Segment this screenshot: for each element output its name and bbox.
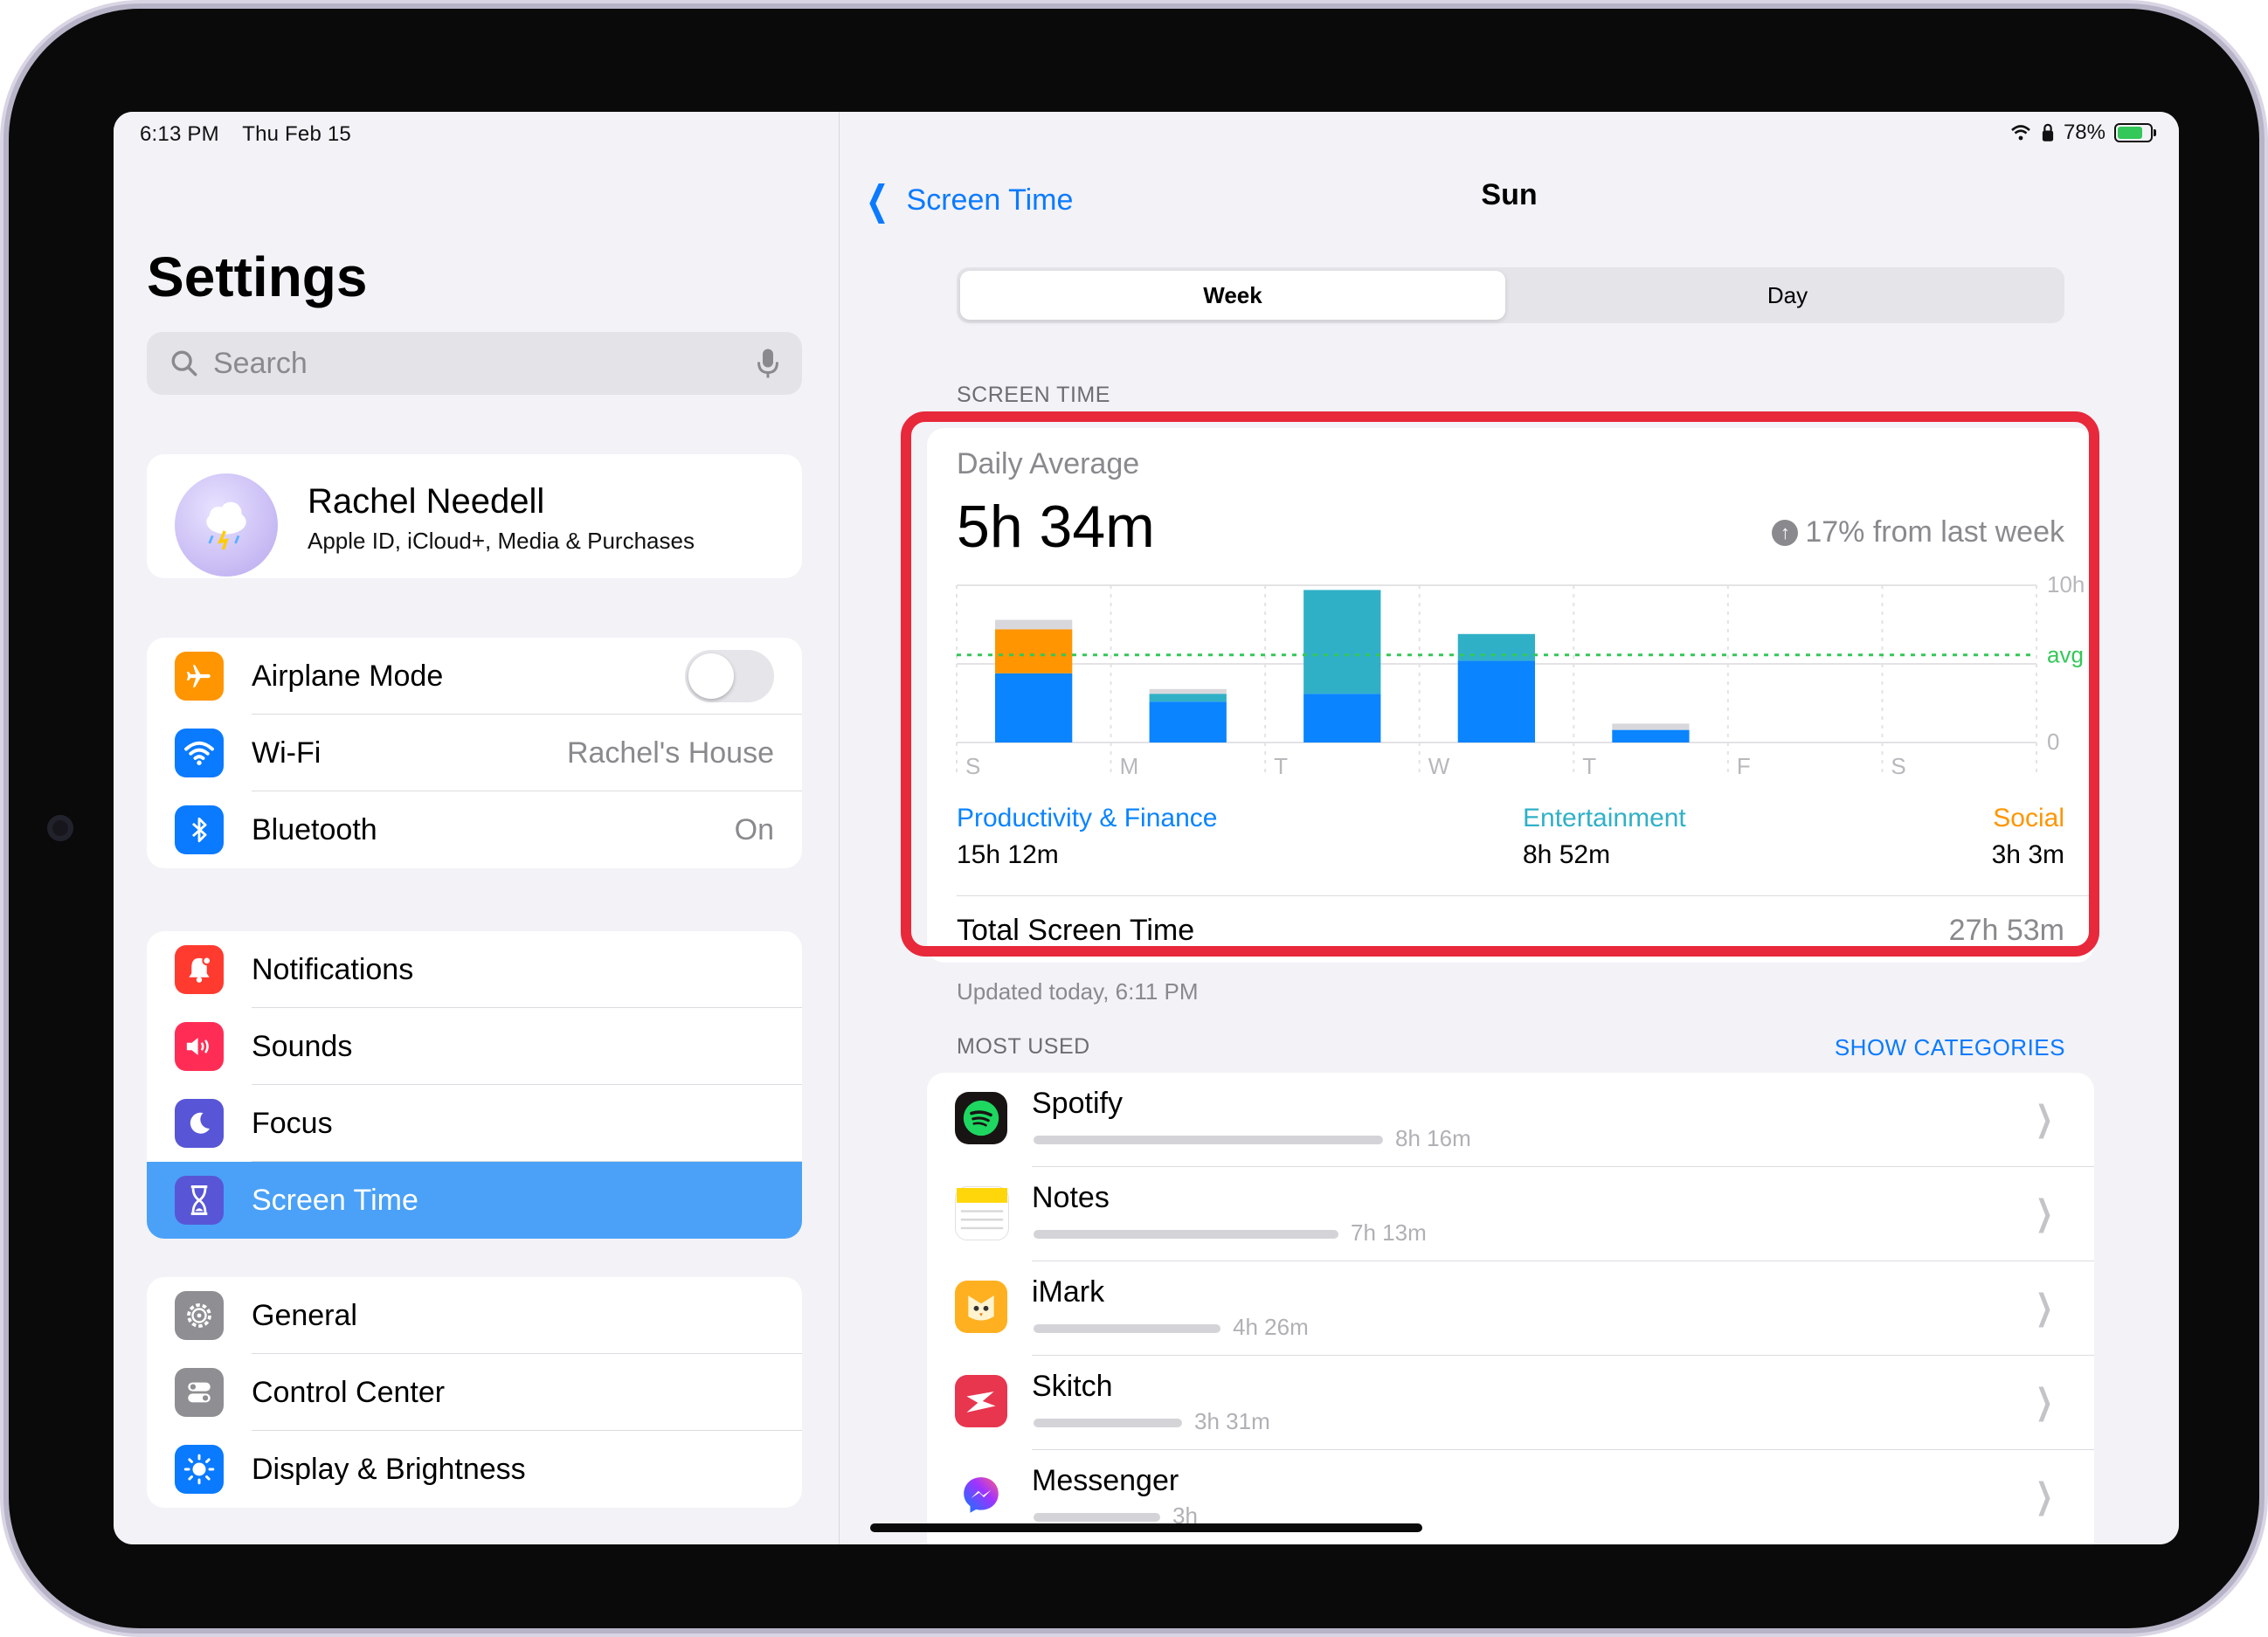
sidebar-item-display-brightness[interactable]: Display & Brightness: [147, 1431, 802, 1508]
airplane-mode-label: Airplane Mode: [252, 659, 444, 693]
app-name: Spotify: [1032, 1087, 1123, 1120]
usage-bar: [1034, 1419, 1182, 1427]
usage-bar: [1034, 1230, 1338, 1239]
chevron-right-icon: ❯: [2036, 1383, 2054, 1421]
screen-time-label: Screen Time: [252, 1183, 418, 1217]
battery-icon: [2114, 123, 2156, 142]
sidebar-item-notifications[interactable]: Notifications: [147, 931, 802, 1008]
screen-time-section-header: SCREEN TIME: [957, 383, 1110, 407]
sidebar-item-wifi[interactable]: Wi-Fi Rachel's House: [147, 715, 802, 791]
app-name: Messenger: [1032, 1464, 1179, 1497]
sidebar-item-airplane-mode[interactable]: Airplane Mode: [147, 638, 802, 715]
camera-icon: [47, 815, 73, 841]
search-field[interactable]: Search: [147, 332, 802, 395]
sidebar-item-control-center[interactable]: Control Center: [147, 1354, 802, 1431]
chevron-right-icon: ❯: [2036, 1100, 2054, 1138]
sidebar-item-focus[interactable]: Focus: [147, 1085, 802, 1162]
system-group: General Control Center Display & Brightn…: [147, 1277, 802, 1508]
alerts-group: Notifications Sounds Focus Screen Time: [147, 931, 802, 1239]
gear-icon: [175, 1291, 224, 1340]
sidebar-item-screen-time[interactable]: Screen Time: [147, 1162, 802, 1239]
segment-day[interactable]: Day: [1511, 267, 2064, 323]
avatar: [175, 473, 278, 577]
bluetooth-icon: [175, 805, 224, 854]
status-time: 6:13 PM: [140, 122, 219, 146]
bluetooth-value: On: [734, 812, 774, 846]
app-row-skitch[interactable]: Skitch 3h 31m ❯: [927, 1356, 2094, 1450]
notifications-label: Notifications: [252, 952, 414, 986]
updated-timestamp: Updated today, 6:11 PM: [957, 978, 1199, 1005]
chevron-right-icon: ❯: [2036, 1194, 2054, 1233]
lock-rotation-icon: [2042, 123, 2054, 142]
airplane-mode-toggle[interactable]: [685, 650, 774, 702]
app-name: Skitch: [1032, 1370, 1113, 1403]
usage-time: 4h 26m: [1233, 1314, 1309, 1340]
sidebar: 6:13 PM Thu Feb 15 Settings Search Rache…: [114, 112, 840, 1544]
segment-week[interactable]: Week: [960, 271, 1505, 320]
connectivity-group: Airplane Mode Wi-Fi Rachel's House Bluet…: [147, 638, 802, 868]
most-used-list: Spotify 8h 16m ❯ Notes 7h 13m ❯ iMark 4h…: [927, 1073, 2094, 1544]
search-placeholder: Search: [213, 346, 308, 380]
status-bar-right: 78%: [2009, 121, 2156, 145]
display-brightness-label: Display & Brightness: [252, 1452, 526, 1486]
usage-bar: [1034, 1136, 1383, 1144]
wifi-label: Wi-Fi: [252, 736, 322, 770]
sidebar-item-general[interactable]: General: [147, 1277, 802, 1354]
cloud-icon: [206, 501, 246, 550]
apple-id-profile[interactable]: Rachel Needell Apple ID, iCloud+, Media …: [147, 454, 802, 578]
profile-name: Rachel Needell: [308, 482, 545, 521]
sun-icon: [175, 1445, 224, 1494]
bluetooth-label: Bluetooth: [252, 812, 377, 846]
status-bar-left: 6:13 PM Thu Feb 15: [140, 122, 369, 147]
wifi-value: Rachel's House: [566, 736, 774, 770]
week-day-segmented-control: Day Week: [957, 267, 2064, 323]
sounds-label: Sounds: [252, 1029, 353, 1063]
usage-bar: [1034, 1324, 1220, 1333]
speaker-icon: [175, 1022, 224, 1071]
usage-time: 3h 31m: [1194, 1408, 1270, 1434]
sidebar-title: Settings: [147, 245, 368, 308]
notes-icon: [955, 1186, 1009, 1240]
control-center-label: Control Center: [252, 1375, 446, 1409]
app-row-imark[interactable]: iMark 4h 26m ❯: [927, 1261, 2094, 1356]
switches-icon: [175, 1368, 224, 1417]
usage-time: 8h 16m: [1395, 1125, 1471, 1151]
skitch-icon: [955, 1375, 1007, 1427]
messenger-icon: [955, 1469, 1007, 1522]
show-categories-button[interactable]: SHOW CATEGORIES: [1835, 1034, 2065, 1061]
usage-time: 7h 13m: [1351, 1219, 1427, 1246]
nav-title: Sun: [1481, 178, 1538, 211]
wifi-icon: [175, 729, 224, 777]
status-date: Thu Feb 15: [242, 122, 351, 146]
home-indicator[interactable]: [870, 1523, 1422, 1532]
most-used-section-header: MOST USED: [957, 1034, 1090, 1059]
app-row-notes[interactable]: Notes 7h 13m ❯: [927, 1167, 2094, 1261]
focus-label: Focus: [252, 1106, 333, 1140]
app-name: iMark: [1032, 1275, 1105, 1309]
general-label: General: [252, 1298, 357, 1332]
hourglass-icon: [175, 1176, 224, 1225]
app-name: Notes: [1032, 1181, 1110, 1214]
spotify-icon: [955, 1092, 1007, 1144]
search-icon: [171, 350, 197, 376]
usage-bar: [1034, 1513, 1160, 1522]
profile-subtitle: Apple ID, iCloud+, Media & Purchases: [308, 528, 695, 554]
bell-icon: [175, 945, 224, 994]
chevron-right-icon: ❯: [2036, 1477, 2054, 1516]
microphone-icon[interactable]: [757, 348, 779, 379]
chevron-right-icon: ❯: [2036, 1288, 2054, 1327]
airplane-icon: [175, 652, 224, 701]
moon-icon: [175, 1099, 224, 1148]
app-row-spotify[interactable]: Spotify 8h 16m ❯: [927, 1073, 2094, 1167]
red-highlight-box: [901, 411, 2099, 957]
imark-icon: [955, 1281, 1007, 1333]
sidebar-item-bluetooth[interactable]: Bluetooth On: [147, 791, 802, 868]
sidebar-item-sounds[interactable]: Sounds: [147, 1008, 802, 1085]
battery-percent: 78%: [2063, 121, 2106, 144]
wifi-status-icon: [2011, 125, 2030, 141]
